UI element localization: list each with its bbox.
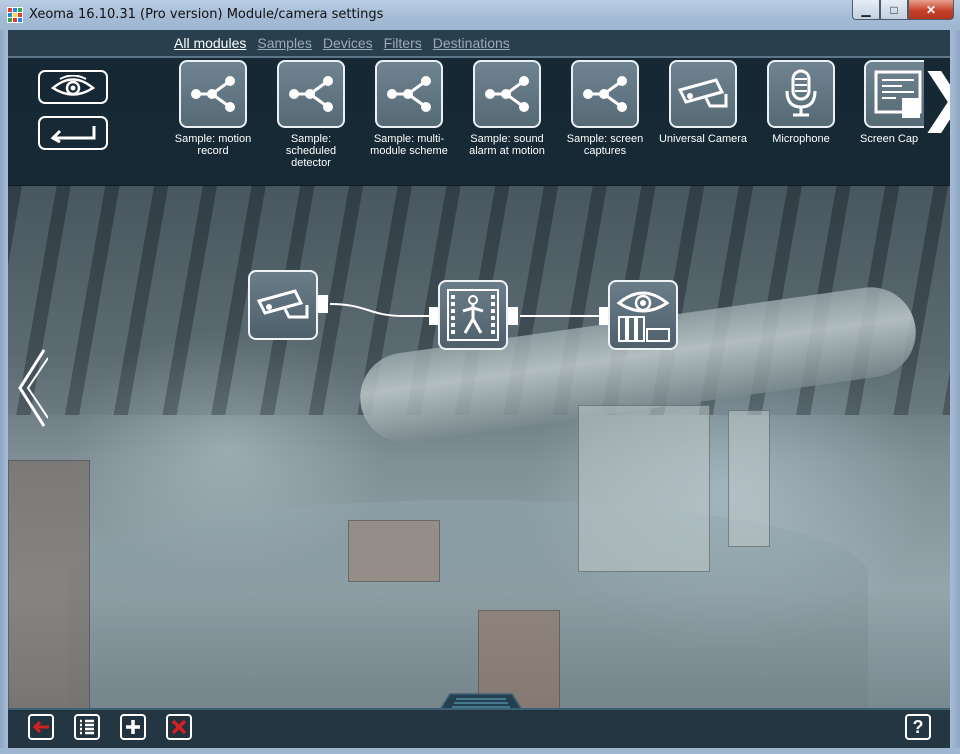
window-frame-left (0, 30, 8, 754)
motion-detector-icon (447, 289, 499, 341)
window-frame-bottom (0, 748, 960, 754)
close-button[interactable]: ✕ (908, 0, 954, 20)
maximize-button[interactable]: □ (880, 0, 908, 20)
bottom-toolbar (8, 708, 950, 748)
plus-icon (126, 720, 140, 734)
camera-icon (256, 289, 309, 319)
list-button[interactable] (74, 714, 100, 740)
main-client-area: All modules Samples Devices Filters Dest… (8, 30, 950, 748)
scheme-node-preview-archive[interactable] (608, 280, 678, 350)
minimize-button[interactable]: ▁ (852, 0, 880, 20)
exit-button[interactable] (28, 714, 54, 740)
list-icon (80, 719, 94, 735)
title-bar: Xeoma 16.10.31 (Pro version) Module/came… (0, 0, 960, 31)
scroll-left-arrow[interactable] (16, 348, 48, 428)
add-button[interactable] (120, 714, 146, 740)
scheme-node-motion-detector[interactable] (438, 280, 508, 350)
bottom-panel-handle[interactable] (436, 690, 526, 710)
exit-arrow-icon (32, 720, 49, 734)
help-button[interactable]: ? (905, 714, 931, 740)
xeoma-app-icon (7, 7, 23, 23)
window-frame-right (950, 30, 960, 754)
connection-line (329, 303, 432, 317)
output-port[interactable] (508, 307, 518, 325)
delete-button[interactable] (166, 714, 192, 740)
output-port[interactable] (318, 295, 328, 313)
window-title: Xeoma 16.10.31 (Pro version) Module/came… (29, 7, 384, 22)
scheme-connections (329, 303, 602, 317)
delete-x-icon (171, 719, 187, 735)
preview-archive-icon (616, 291, 670, 342)
scheme-node-universal-camera[interactable] (248, 270, 318, 340)
